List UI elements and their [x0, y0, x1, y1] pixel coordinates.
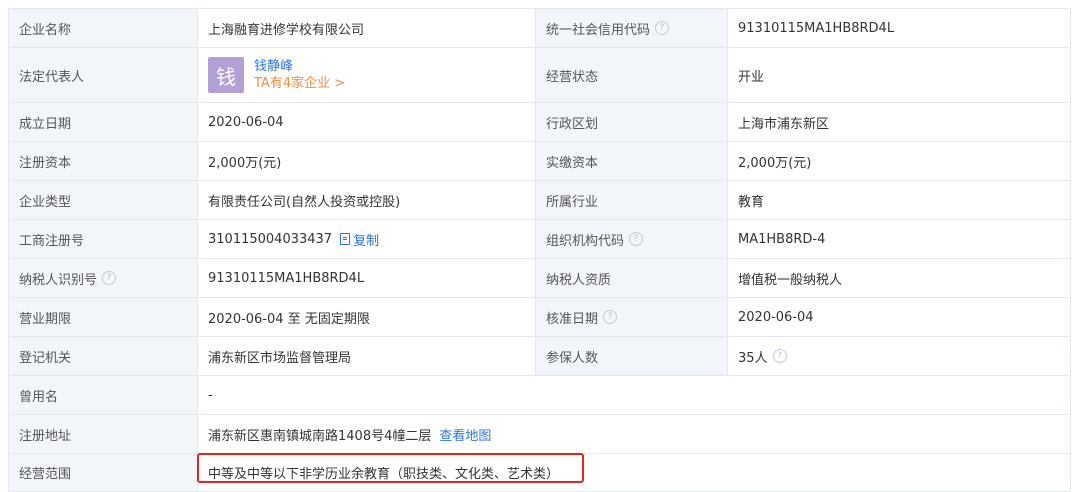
table-row: 成立日期 2020-06-04 行政区划 上海市浦东新区	[9, 103, 1071, 142]
registration-number-text: 310115004033437	[208, 231, 333, 247]
label-paid-capital: 实缴资本	[536, 142, 728, 180]
table-row: 企业类型 有限责任公司(自然人投资或控股) 所属行业 教育	[9, 181, 1071, 220]
value-business-scope: 中等及中等以下非学历业余教育（职技类、文化类、艺术类）	[198, 454, 1071, 491]
table-row: 工商注册号 310115004033437 复制 组织机构代码 ? MA1HB8…	[9, 220, 1071, 259]
label-industry: 所属行业	[536, 181, 728, 219]
copy-label: 复制	[353, 233, 380, 249]
value-business-status: 开业	[728, 48, 1071, 102]
label-taxpayer-id: 纳税人识别号 ?	[9, 259, 198, 297]
label-business-scope: 经营范围	[9, 454, 198, 491]
legal-rep-name-link[interactable]: 钱静峰	[254, 58, 345, 75]
business-info-table: 企业名称 上海融育进修学校有限公司 统一社会信用代码 ? 91310115MA1…	[8, 8, 1071, 492]
value-business-term: 2020-06-04 至 无固定期限	[198, 298, 536, 336]
value-registered-capital: 2,000万(元)	[198, 142, 536, 180]
label-company-type: 企业类型	[9, 181, 198, 219]
table-row: 注册资本 2,000万(元) 实缴资本 2,000万(元)	[9, 142, 1071, 181]
copy-icon	[340, 233, 351, 245]
table-row: 注册地址 浦东新区惠南镇城南路1408号4幢二层 查看地图	[9, 415, 1071, 454]
question-circle-icon[interactable]: ?	[772, 349, 787, 363]
label-admin-region: 行政区划	[536, 103, 728, 141]
legal-rep-companies-link[interactable]: TA有4家企业 >	[254, 75, 345, 92]
label-registration-number: 工商注册号	[9, 220, 198, 258]
label-insured-count: 参保人数	[536, 337, 728, 375]
value-registration-authority: 浦东新区市场监督管理局	[198, 337, 536, 375]
value-former-name: -	[198, 376, 1071, 414]
value-established-date: 2020-06-04	[198, 103, 536, 141]
avatar[interactable]: 钱	[208, 57, 244, 93]
question-circle-icon[interactable]: ?	[603, 310, 618, 324]
table-row: 登记机关 浦东新区市场监督管理局 参保人数 35人 ?	[9, 337, 1071, 376]
label-credit-code: 统一社会信用代码 ?	[536, 9, 728, 47]
label-taxpayer-qualification: 纳税人资质	[536, 259, 728, 297]
table-row: 营业期限 2020-06-04 至 无固定期限 核准日期 ? 2020-06-0…	[9, 298, 1071, 337]
copy-button[interactable]: 复制	[340, 230, 379, 249]
table-row: 曾用名 -	[9, 376, 1071, 415]
question-circle-icon[interactable]: ?	[102, 271, 117, 285]
question-circle-icon[interactable]: ?	[655, 21, 670, 35]
table-row: 经营范围 中等及中等以下非学历业余教育（职技类、文化类、艺术类）	[9, 454, 1071, 492]
label-established-date: 成立日期	[9, 103, 198, 141]
value-credit-code: 91310115MA1HB8RD4L	[728, 9, 1071, 47]
label-registration-authority: 登记机关	[9, 337, 198, 375]
value-company-name: 上海融育进修学校有限公司	[198, 9, 536, 47]
label-approval-date: 核准日期 ?	[536, 298, 728, 336]
label-business-status: 经营状态	[536, 48, 728, 102]
label-legal-rep: 法定代表人	[9, 48, 198, 102]
value-approval-date: 2020-06-04	[728, 298, 1071, 336]
view-map-link[interactable]: 查看地图	[439, 425, 491, 444]
registered-address-text: 浦东新区惠南镇城南路1408号4幢二层	[208, 428, 432, 444]
label-former-name: 曾用名	[9, 376, 198, 414]
value-registration-number: 310115004033437 复制	[198, 220, 536, 258]
table-row: 企业名称 上海融育进修学校有限公司 统一社会信用代码 ? 91310115MA1…	[9, 9, 1071, 48]
question-circle-icon[interactable]: ?	[629, 232, 644, 246]
table-row: 法定代表人 钱 钱静峰 TA有4家企业 > 经营状态 开业	[9, 48, 1071, 103]
label-registered-address: 注册地址	[9, 415, 198, 453]
value-company-type: 有限责任公司(自然人投资或控股)	[198, 181, 536, 219]
label-company-name: 企业名称	[9, 9, 198, 47]
value-legal-rep: 钱 钱静峰 TA有4家企业 >	[198, 48, 536, 102]
value-admin-region: 上海市浦东新区	[728, 103, 1071, 141]
value-taxpayer-qualification: 增值税一般纳税人	[728, 259, 1071, 297]
label-registered-capital: 注册资本	[9, 142, 198, 180]
label-business-term: 营业期限	[9, 298, 198, 336]
value-registered-address: 浦东新区惠南镇城南路1408号4幢二层 查看地图	[198, 415, 1071, 453]
table-row: 纳税人识别号 ? 91310115MA1HB8RD4L 纳税人资质 增值税一般纳…	[9, 259, 1071, 298]
value-taxpayer-id: 91310115MA1HB8RD4L	[198, 259, 536, 297]
value-paid-capital: 2,000万(元)	[728, 142, 1071, 180]
label-org-code: 组织机构代码 ?	[536, 220, 728, 258]
value-industry: 教育	[728, 181, 1071, 219]
value-insured-count: 35人 ?	[728, 337, 1071, 375]
value-org-code: MA1HB8RD-4	[728, 220, 1071, 258]
